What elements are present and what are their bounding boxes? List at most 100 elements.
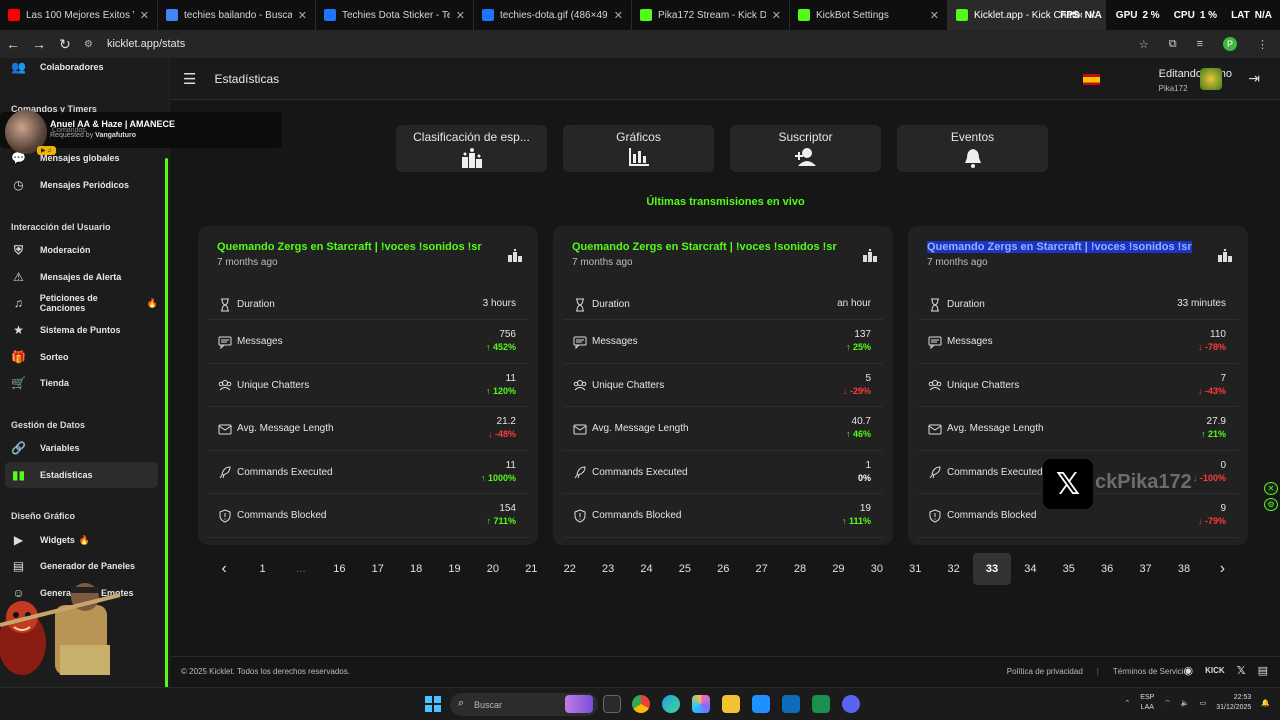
browser-tab[interactable]: Las 100 Mejores Éxitos Villa ✕ — [0, 0, 158, 30]
page-button[interactable]: 20 — [474, 553, 512, 585]
page-button[interactable]: 37 — [1126, 553, 1164, 585]
site-info-icon[interactable]: ⚙ — [84, 39, 93, 50]
volume-icon[interactable]: 🔈 — [1181, 699, 1190, 707]
page-button[interactable]: 30 — [858, 553, 896, 585]
page-button[interactable]: 38 — [1165, 553, 1203, 585]
language-flag-spain[interactable] — [1083, 74, 1100, 85]
sidebar-item-colaboradores[interactable]: 👥 Colaboradores — [5, 58, 158, 79]
reload-icon[interactable]: ↻ — [52, 36, 78, 53]
sidebar-toggle-icon[interactable]: ☰ — [183, 70, 196, 88]
store-icon[interactable] — [752, 695, 770, 713]
browser-tab[interactable]: techies-dota.gif (486×498) ✕ — [474, 0, 632, 30]
kick-icon[interactable]: KICK — [1205, 664, 1225, 678]
copilot-icon[interactable] — [692, 695, 710, 713]
browser-tab[interactable]: Pika172 Stream - Kick Dashboa ✕ — [632, 0, 790, 30]
nav-card-clasificacion[interactable]: Clasificación de esp... — [396, 125, 547, 172]
chrome-icon[interactable] — [632, 695, 650, 713]
edge-icon[interactable] — [662, 695, 680, 713]
user-avatar[interactable] — [1200, 68, 1222, 90]
stream-title[interactable]: Quemando Zergs en Starcraft | !voces !so… — [217, 241, 482, 253]
browser-tab[interactable]: Techies Dota Sticker - Techies D ✕ — [316, 0, 474, 30]
sidebar-item-peticiones-canciones[interactable]: ♫ Peticiones de Canciones 🔥 — [5, 291, 158, 315]
ranking-icon[interactable] — [508, 249, 522, 262]
extensions-icon[interactable]: ⧉ — [1169, 38, 1177, 51]
document-icon[interactable]: ▤ — [1258, 664, 1268, 678]
sidebar-item-estadisticas[interactable]: ▮▮ Estadísticas — [5, 462, 158, 488]
tab-close-icon[interactable]: ✕ — [298, 9, 307, 22]
terms-link[interactable]: Términos de Servicio — [1113, 667, 1188, 676]
sidebar-item-sorteo[interactable]: 🎁 Sorteo — [5, 345, 158, 369]
next-page-icon[interactable]: › — [1203, 553, 1241, 585]
page-button[interactable]: 32 — [934, 553, 972, 585]
page-button[interactable]: 25 — [666, 553, 704, 585]
tab-close-icon[interactable]: ✕ — [614, 9, 623, 22]
nav-card-graficos[interactable]: Gráficos — [563, 125, 714, 172]
privacy-link[interactable]: Política de privacidad — [1007, 667, 1083, 676]
back-icon[interactable]: ← — [0, 36, 26, 52]
page-button[interactable]: 29 — [819, 553, 857, 585]
notifications-icon[interactable]: 🔔 — [1261, 699, 1270, 707]
stream-title[interactable]: Quemando Zergs en Starcraft | !voces !so… — [572, 241, 837, 253]
ranking-icon[interactable] — [1218, 249, 1232, 262]
page-button[interactable]: 17 — [359, 553, 397, 585]
browser-tab[interactable]: KickBot Settings ✕ — [790, 0, 948, 30]
forward-icon[interactable]: → — [26, 36, 52, 52]
sidebar-item-mensajes-periodicos[interactable]: ◷ Mensajes Periódicos — [5, 173, 158, 197]
clock[interactable]: 22:53 31/12/2025 — [1216, 693, 1251, 713]
tab-close-icon[interactable]: ✕ — [930, 9, 939, 22]
page-button[interactable]: 31 — [896, 553, 934, 585]
windows-start-icon[interactable] — [425, 696, 441, 712]
tab-close-icon[interactable]: ✕ — [772, 9, 781, 22]
page-button[interactable]: 33 — [972, 553, 1012, 585]
sidebar-item-mensajes-alerta[interactable]: ⚠ Mensajes de Alerta — [5, 265, 158, 289]
page-button[interactable]: 1 — [243, 553, 281, 585]
page-button[interactable]: 24 — [627, 553, 665, 585]
sidebar-item-generador-emotes[interactable]: ☺ Generador de Emotes — [5, 581, 158, 605]
page-button[interactable]: 19 — [435, 553, 473, 585]
discord-taskbar-icon[interactable] — [842, 695, 860, 713]
taskbar-widget-icon[interactable] — [565, 695, 593, 713]
reading-list-icon[interactable]: ≡ — [1197, 38, 1203, 50]
sidebar-item-generador-paneles[interactable]: ▤ Generador de Paneles — [5, 554, 158, 578]
stream-title[interactable]: Quemando Zergs en Starcraft | !voces !so… — [927, 241, 1192, 253]
page-button[interactable]: 35 — [1050, 553, 1088, 585]
sidebar-item-moderacion[interactable]: ⛨ Moderación — [5, 238, 158, 262]
x-icon[interactable]: 𝕏 — [1237, 664, 1246, 678]
prev-page-icon[interactable]: ‹ — [205, 553, 243, 585]
page-button[interactable]: 16 — [320, 553, 358, 585]
nav-card-eventos[interactable]: Eventos — [897, 125, 1048, 172]
browser-menu-icon[interactable]: ⋮ — [1257, 38, 1268, 51]
task-view-icon[interactable] — [603, 695, 621, 713]
profile-avatar[interactable]: P — [1223, 37, 1237, 51]
sidebar-item-sistema-puntos[interactable]: ★ Sistema de Puntos — [5, 318, 158, 342]
sidebar-scrollbar[interactable] — [165, 158, 168, 687]
file-explorer-icon[interactable] — [722, 695, 740, 713]
battery-icon[interactable]: ▭ — [1200, 699, 1207, 707]
bookmark-star-icon[interactable]: ☆ — [1139, 38, 1149, 51]
wifi-icon[interactable]: ⌔ — [1164, 699, 1171, 708]
page-button[interactable]: 28 — [781, 553, 819, 585]
tab-close-icon[interactable]: ✕ — [140, 9, 149, 22]
ranking-icon[interactable] — [863, 249, 877, 262]
page-button[interactable]: 18 — [397, 553, 435, 585]
sidebar-item-variables[interactable]: 🔗 Variables — [5, 436, 158, 460]
close-icon[interactable]: ✕ — [1264, 482, 1278, 495]
language-indicator[interactable]: ESP LAA — [1140, 693, 1154, 713]
page-button[interactable]: 27 — [742, 553, 780, 585]
sidebar-item-tienda[interactable]: 🛒 Tienda — [5, 371, 158, 395]
url-field[interactable]: kicklet.app/stats — [107, 38, 185, 50]
page-button[interactable]: 23 — [589, 553, 627, 585]
logout-icon[interactable]: ⇥ — [1248, 70, 1260, 87]
outlook-icon[interactable] — [782, 695, 800, 713]
settings-icon[interactable]: ⚙ — [1264, 498, 1278, 511]
tray-chevron-icon[interactable]: ⌃ — [1124, 699, 1130, 707]
page-button[interactable]: 26 — [704, 553, 742, 585]
tab-close-icon[interactable]: ✕ — [456, 9, 465, 22]
excel-icon[interactable] — [812, 695, 830, 713]
page-button[interactable]: 21 — [512, 553, 550, 585]
page-button[interactable]: 34 — [1011, 553, 1049, 585]
page-button[interactable]: 22 — [551, 553, 589, 585]
browser-tab[interactable]: techies bailando - Buscar con G ✕ — [158, 0, 316, 30]
discord-icon[interactable]: ◉ — [1184, 664, 1194, 678]
sidebar-item-widgets[interactable]: ▶ Widgets 🔥 — [5, 528, 158, 552]
